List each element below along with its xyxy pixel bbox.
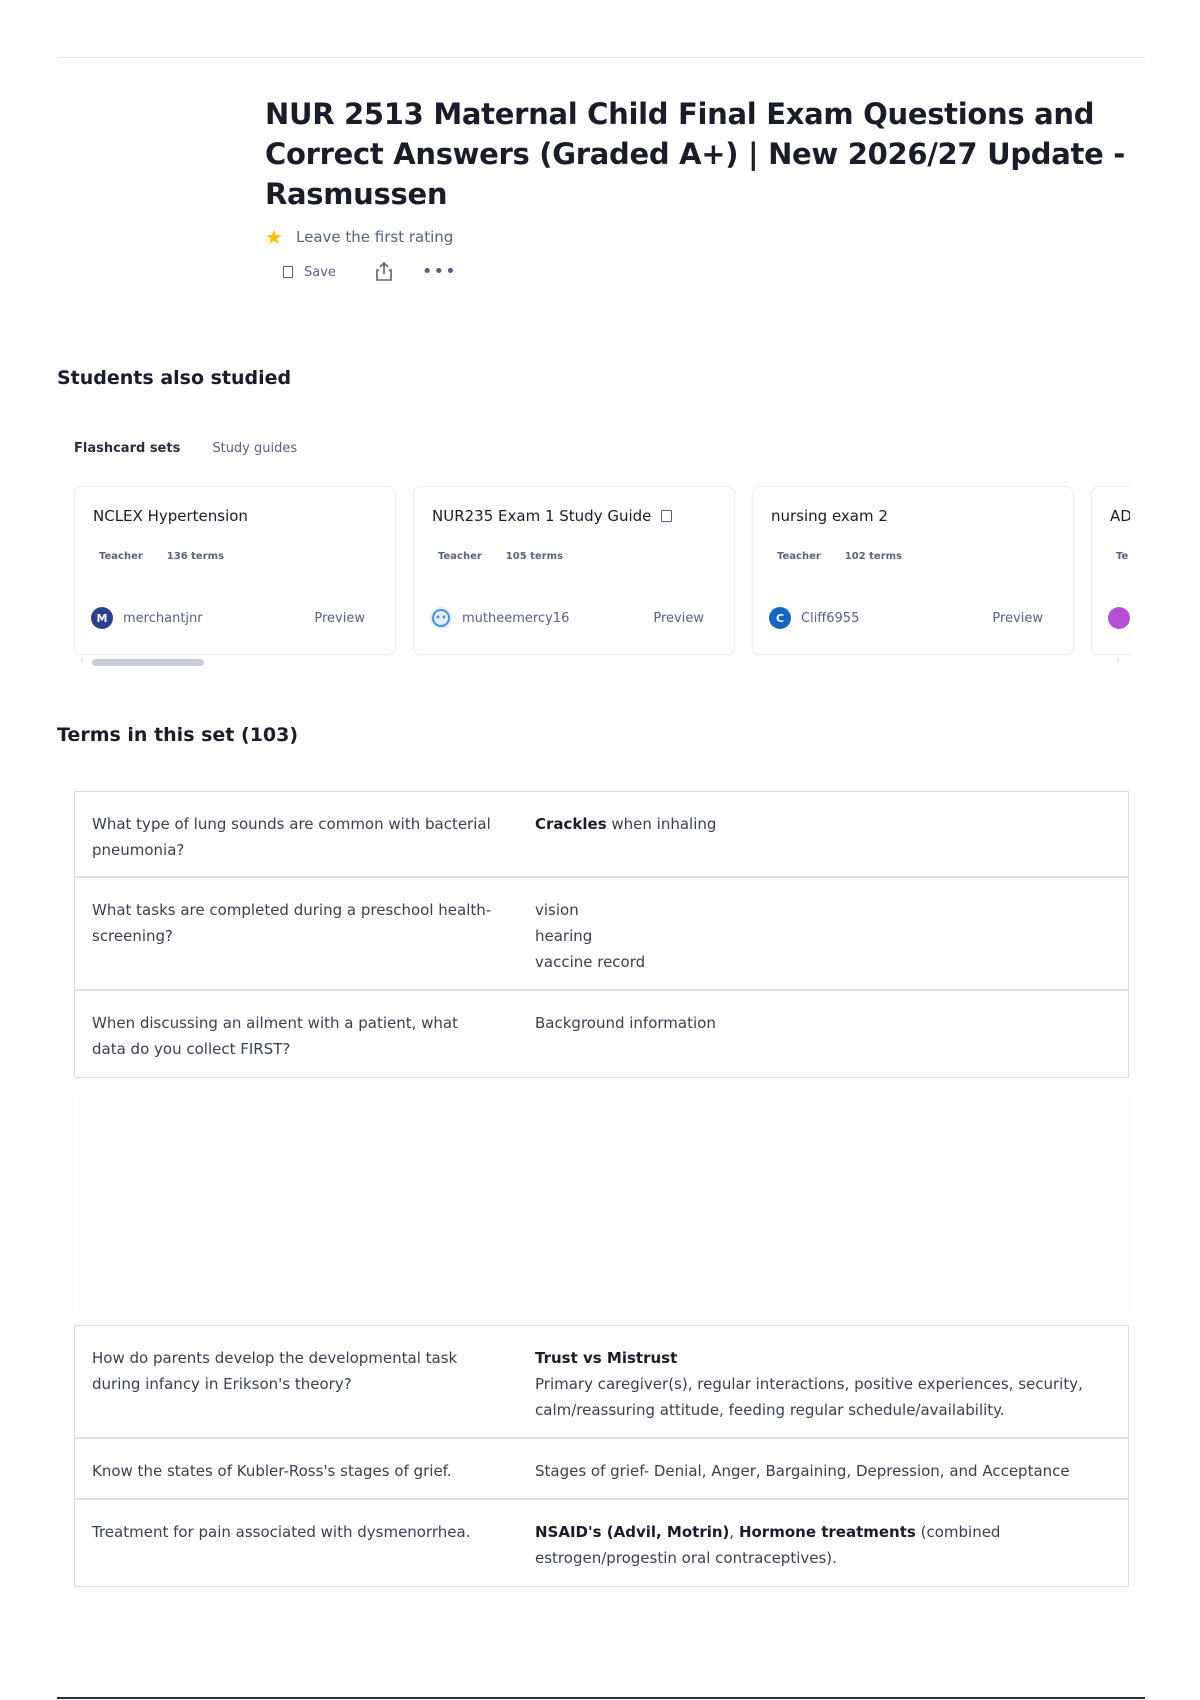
term-question: Treatment for pain associated with dysme… bbox=[92, 1523, 471, 1541]
study-card[interactable]: NCLEX Hypertension Teacher 136 terms M m… bbox=[74, 486, 396, 655]
card-author[interactable]: C Cliff6955 bbox=[769, 607, 859, 629]
avatar: C bbox=[769, 607, 791, 629]
term-question: What type of lung sounds are common with… bbox=[92, 815, 491, 859]
author-name: Cliff6955 bbox=[801, 610, 860, 626]
students-also-studied-title: Students also studied bbox=[57, 367, 292, 389]
card-role: Teacher bbox=[99, 551, 143, 562]
card-terms: 136 terms bbox=[166, 551, 225, 562]
scroll-thumb[interactable] bbox=[92, 659, 204, 666]
card-author[interactable] bbox=[1108, 607, 1130, 629]
tab-study-guides[interactable]: Study guides bbox=[212, 441, 297, 456]
cards-carousel: NCLEX Hypertension Teacher 136 terms M m… bbox=[74, 486, 1130, 656]
chevron-left-icon[interactable]: ‹ bbox=[80, 656, 84, 666]
card-meta: Teacher 136 terms bbox=[99, 551, 224, 562]
term-question: When discussing an ailment with a patien… bbox=[92, 1014, 458, 1058]
term-answer: NSAID's (Advil, Motrin), Hormone treatme… bbox=[535, 1523, 1001, 1567]
table-row: How do parents develop the developmental… bbox=[75, 1326, 1128, 1439]
term-question: Know the states of Kubler-Ross's stages … bbox=[92, 1462, 452, 1480]
study-guide-icon bbox=[661, 510, 673, 522]
author-name: mutheemercy16 bbox=[462, 610, 570, 626]
table-row: Know the states of Kubler-Ross's stages … bbox=[75, 1439, 1128, 1500]
save-label: Save bbox=[304, 264, 336, 280]
terms-table: How do parents develop the developmental… bbox=[74, 1325, 1129, 1587]
tab-flashcard-sets[interactable]: Flashcard sets bbox=[74, 441, 180, 456]
card-footer: M merchantjnr Preview bbox=[91, 607, 365, 629]
card-title: nursing exam 2 bbox=[771, 507, 888, 525]
card-author[interactable]: mutheemercy16 bbox=[430, 607, 569, 629]
term-answer: Background information bbox=[535, 1014, 716, 1032]
avatar bbox=[1108, 607, 1130, 629]
card-terms: 105 terms bbox=[505, 551, 564, 562]
star-icon: ★ bbox=[265, 225, 283, 249]
author-name: merchantjnr bbox=[123, 610, 203, 626]
card-terms: 102 terms bbox=[844, 551, 903, 562]
preview-button[interactable]: Preview bbox=[314, 611, 365, 626]
table-row: What type of lung sounds are common with… bbox=[75, 792, 1128, 878]
card-meta: Teacher 105 terms bbox=[438, 551, 563, 562]
more-icon[interactable]: ••• bbox=[422, 263, 457, 281]
set-header: NUR 2513 Maternal Child Final Exam Quest… bbox=[265, 94, 1125, 285]
term-answer: vision hearing vaccine record bbox=[535, 901, 646, 971]
save-button[interactable]: Save bbox=[283, 265, 336, 280]
card-role: Teacher bbox=[438, 551, 482, 562]
term-answer: Trust vs Mistrust Primary caregiver(s), r… bbox=[535, 1349, 1083, 1419]
share-icon[interactable] bbox=[374, 261, 394, 283]
card-footer: mutheemercy16 Preview bbox=[430, 607, 704, 629]
study-card[interactable]: nursing exam 2 Teacher 102 terms C Cliff… bbox=[752, 486, 1074, 655]
term-question: How do parents develop the developmental… bbox=[92, 1349, 458, 1393]
term-answer: Crackles when inhaling bbox=[535, 815, 717, 833]
avatar bbox=[430, 607, 452, 629]
bottom-divider bbox=[57, 1697, 1145, 1699]
ad-placeholder bbox=[74, 1093, 1129, 1315]
card-author[interactable]: M merchantjnr bbox=[91, 607, 203, 629]
table-row: Treatment for pain associated with dysme… bbox=[75, 1500, 1128, 1586]
preview-button[interactable]: Preview bbox=[992, 611, 1043, 626]
page-title: NUR 2513 Maternal Child Final Exam Quest… bbox=[265, 97, 1125, 211]
card-title: AD bbox=[1110, 507, 1130, 525]
card-role: Te bbox=[1116, 551, 1129, 562]
table-row: When discussing an ailment with a patien… bbox=[75, 991, 1128, 1077]
bookmark-icon bbox=[283, 266, 293, 278]
rating-row[interactable]: ★ Leave the first rating bbox=[265, 226, 1125, 248]
card-footer: C Cliff6955 Preview bbox=[769, 607, 1043, 629]
card-role: Teacher bbox=[777, 551, 821, 562]
card-title: NUR235 Exam 1 Study Guide bbox=[432, 507, 673, 525]
terms-table: What type of lung sounds are common with… bbox=[74, 791, 1129, 1078]
study-card[interactable]: AD Te bbox=[1091, 486, 1130, 655]
study-tabs: Flashcard sets Study guides bbox=[74, 441, 329, 456]
chevron-right-icon[interactable]: › bbox=[1116, 656, 1120, 666]
card-title: NCLEX Hypertension bbox=[93, 507, 248, 525]
avatar: M bbox=[91, 607, 113, 629]
card-footer bbox=[1108, 607, 1130, 629]
carousel-scrollbar[interactable]: ‹ › bbox=[80, 656, 1120, 666]
preview-button[interactable]: Preview bbox=[653, 611, 704, 626]
top-divider bbox=[57, 57, 1145, 58]
rating-text[interactable]: Leave the first rating bbox=[296, 228, 453, 246]
term-answer: Stages of grief- Denial, Anger, Bargaini… bbox=[535, 1462, 1070, 1480]
table-row: What tasks are completed during a presch… bbox=[75, 878, 1128, 991]
actions-row: Save ••• bbox=[265, 259, 1125, 285]
study-card[interactable]: NUR235 Exam 1 Study Guide Teacher 105 te… bbox=[413, 486, 735, 655]
term-question: What tasks are completed during a presch… bbox=[92, 901, 492, 945]
card-meta: Te bbox=[1116, 551, 1130, 562]
card-meta: Teacher 102 terms bbox=[777, 551, 902, 562]
terms-title: Terms in this set (103) bbox=[57, 724, 299, 746]
